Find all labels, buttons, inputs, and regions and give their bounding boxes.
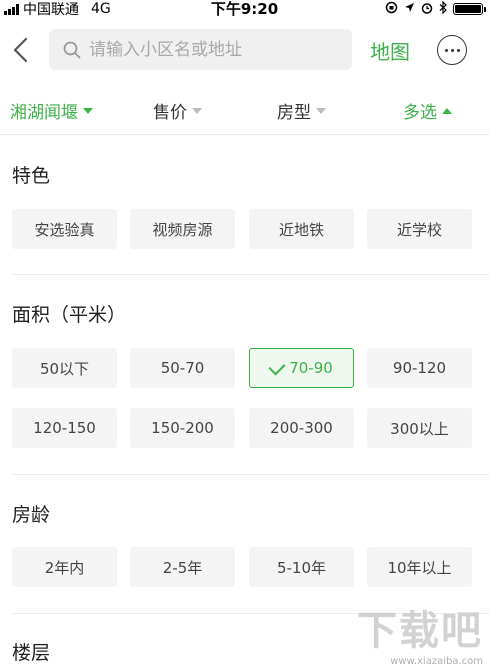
chip-age[interactable]: 5-10年 <box>249 547 354 587</box>
filter-tab-label: 多选 <box>403 103 437 123</box>
chip-age[interactable]: 2-5年 <box>130 547 235 587</box>
chip-label: 70-90 <box>289 359 333 377</box>
chip-area[interactable]: 150-200 <box>130 408 235 448</box>
location-icon <box>404 2 415 16</box>
bluetooth-icon <box>439 0 447 17</box>
status-right <box>385 0 486 18</box>
search-box[interactable] <box>49 29 352 70</box>
chip-feature[interactable]: 近学校 <box>367 209 472 249</box>
filter-bar: 湘湖闻堰 售价 房型 多选 <box>0 86 489 135</box>
chip-area[interactable]: 90-120 <box>367 348 472 388</box>
chip-feature[interactable]: 近地铁 <box>249 209 354 249</box>
alarm-icon <box>421 2 433 17</box>
check-icon <box>268 358 286 375</box>
chip-age[interactable]: 2年内 <box>12 547 117 587</box>
status-bar: 中国联通 4G 下午9:20 <box>0 0 489 18</box>
caret-up-icon <box>442 107 452 114</box>
chip-area[interactable]: 200-300 <box>249 408 354 448</box>
section-divider <box>12 474 489 475</box>
chip-age[interactable]: 10年以上 <box>367 547 472 587</box>
map-button[interactable]: 地图 <box>370 36 410 65</box>
chip-area-selected[interactable]: 70-90 <box>249 348 354 388</box>
caret-down-icon <box>192 107 202 114</box>
chip-area[interactable]: 120-150 <box>12 408 117 448</box>
section-divider <box>12 274 489 275</box>
chip-feature[interactable]: 视频房源 <box>130 209 235 249</box>
filter-tab-label: 售价 <box>153 103 187 123</box>
section-title-age: 房龄 <box>12 504 51 526</box>
caret-down-icon <box>83 107 93 114</box>
chip-area[interactable]: 300以上 <box>367 408 472 448</box>
chevron-left-icon <box>13 37 28 63</box>
orientation-lock-icon <box>385 1 398 17</box>
search-input[interactable] <box>87 38 331 61</box>
chip-area[interactable]: 50以下 <box>12 348 117 388</box>
back-button[interactable] <box>10 36 32 64</box>
filter-tab-layout[interactable]: 房型 <box>277 98 326 123</box>
battery-icon <box>453 3 486 15</box>
watermark-url: www.xiazaiba.com <box>390 656 483 667</box>
filter-tab-label: 湘湖闻堰 <box>10 103 78 123</box>
filter-tab-region[interactable]: 湘湖闻堰 <box>10 98 93 123</box>
section-title-area: 面积（平米） <box>12 304 127 326</box>
caret-down-icon <box>316 107 326 114</box>
filter-tab-multi[interactable]: 多选 <box>403 98 452 123</box>
dot-icon <box>450 48 454 52</box>
dot-icon <box>444 48 448 52</box>
search-icon <box>63 41 81 58</box>
filter-tab-price[interactable]: 售价 <box>153 98 202 123</box>
watermark-logo: 下载吧 <box>357 608 483 654</box>
watermark: 下载吧 www.xiazaiba.com <box>357 598 483 667</box>
chip-area[interactable]: 50-70 <box>130 348 235 388</box>
more-options-button[interactable] <box>437 35 467 65</box>
nav-bar: 地图 <box>0 22 489 78</box>
section-title-floor: 楼层 <box>12 642 51 664</box>
dot-icon <box>456 48 460 52</box>
section-title-features: 特色 <box>12 165 51 187</box>
filter-tab-label: 房型 <box>277 103 311 123</box>
chip-feature[interactable]: 安选验真 <box>12 209 117 249</box>
